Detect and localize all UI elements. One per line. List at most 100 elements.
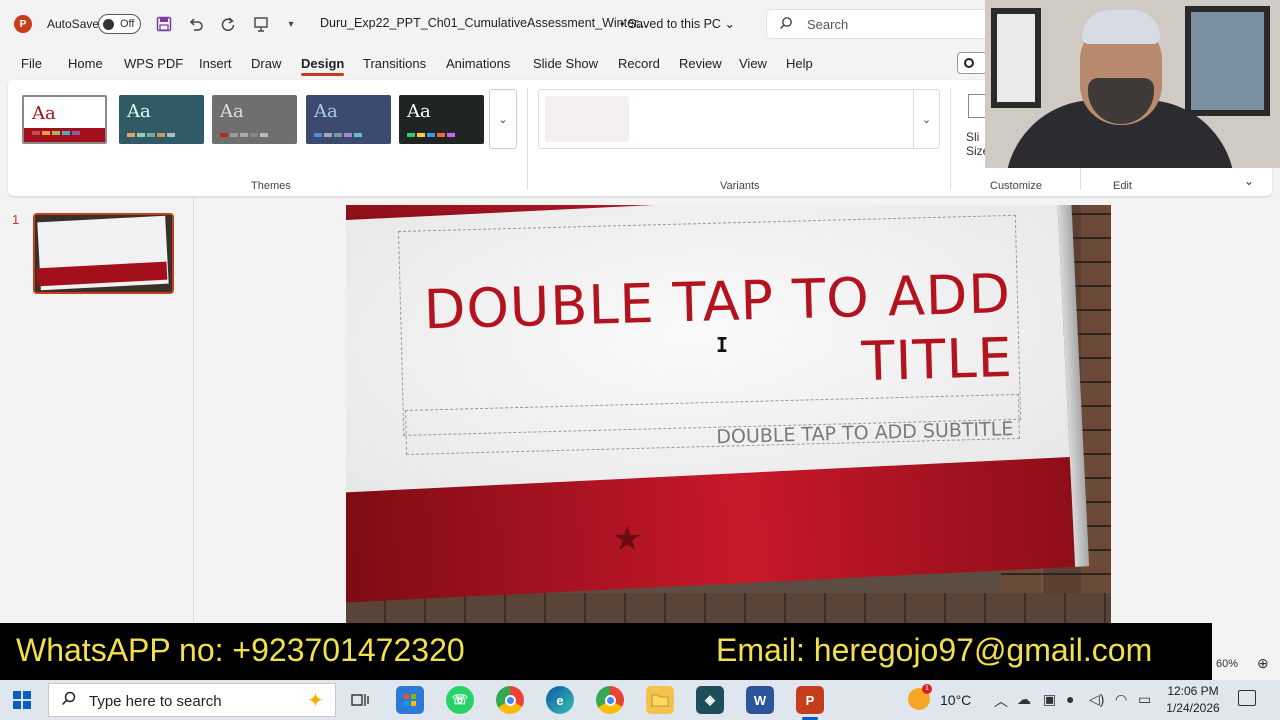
variant-thumbnail[interactable]: [545, 96, 629, 142]
notification-icon[interactable]: [1238, 690, 1256, 706]
webcam-overlay: [985, 0, 1280, 168]
volume-icon[interactable]: ◁): [1089, 691, 1104, 708]
theme-aa: Aa: [220, 101, 244, 122]
microphone-icon[interactable]: ●: [1066, 691, 1074, 707]
tab-insert[interactable]: Insert: [199, 56, 232, 71]
customize-group-label: Customize: [990, 180, 1042, 192]
save-status[interactable]: • Saved to this PC ⌄: [620, 16, 735, 31]
file-explorer-icon[interactable]: [646, 686, 674, 714]
clock-date: 1/24/2026: [1166, 701, 1220, 715]
tab-view[interactable]: View: [739, 56, 767, 71]
whatsapp-icon[interactable]: ☏: [446, 686, 474, 714]
theme-aa: Aa: [127, 101, 151, 122]
pane-divider: [193, 198, 194, 623]
search-input[interactable]: Search: [766, 9, 996, 39]
theme-thumbnail-3[interactable]: Aa: [212, 95, 297, 144]
theme-aa: Aa: [407, 101, 431, 122]
record-icon: [964, 58, 974, 68]
chrome-profile-icon[interactable]: [596, 686, 624, 714]
variants-more-button[interactable]: ⌄: [913, 90, 939, 148]
variants-gallery: ⌄: [538, 89, 940, 149]
themes-more-button[interactable]: ⌄: [489, 89, 517, 149]
clock-time: 12:06 PM: [1167, 684, 1219, 698]
theme-aa: Aa: [314, 101, 338, 122]
device-icon[interactable]: ▣: [1043, 691, 1056, 708]
text-cursor-icon: I: [716, 333, 729, 357]
search-icon: [61, 691, 76, 710]
tab-home[interactable]: Home: [68, 56, 103, 71]
system-clock[interactable]: 12:06 PM 1/24/2026: [1162, 683, 1224, 717]
theme-swatches: [32, 131, 80, 135]
search-icon: [779, 16, 793, 33]
undo-icon[interactable]: [185, 13, 207, 35]
taskbar-search-input[interactable]: Type here to search ✦: [48, 683, 336, 717]
save-icon[interactable]: [153, 13, 175, 35]
theme-thumbnail-1[interactable]: Aa: [22, 95, 107, 144]
tab-help[interactable]: Help: [786, 56, 813, 71]
theme-thumbnail-2[interactable]: Aa: [119, 95, 204, 144]
tab-transitions[interactable]: Transitions: [363, 56, 426, 71]
theme-swatches: [127, 133, 175, 137]
themes-group-label: Themes: [251, 180, 291, 192]
taskbar-search-placeholder: Type here to search: [89, 693, 222, 710]
zoom-level[interactable]: 60%: [1216, 658, 1238, 670]
star-icon: ★: [612, 520, 643, 558]
variants-group-label: Variants: [720, 180, 760, 192]
powerpoint-icon[interactable]: P: [796, 686, 824, 720]
edge-icon[interactable]: e: [546, 686, 574, 714]
windows-taskbar: Type here to search ✦ ☏ e ◈ W P 1 10°C ︿…: [0, 680, 1280, 720]
theme-aa: Aa: [32, 103, 56, 124]
present-icon[interactable]: [250, 13, 272, 35]
toggle-knob: [103, 19, 114, 30]
group-divider: [950, 88, 951, 190]
whatsapp-number: WhatsAPP no: +923701472320: [16, 632, 465, 668]
autosave-toggle[interactable]: Off: [98, 14, 141, 34]
group-divider: [527, 88, 528, 190]
store-icon[interactable]: [396, 686, 424, 714]
word-icon[interactable]: W: [746, 686, 774, 714]
vs-code-icon[interactable]: ◈: [696, 686, 724, 714]
chevron-down-icon: ⌄: [724, 17, 735, 31]
theme-thumbnail-4[interactable]: Aa: [306, 95, 391, 144]
tab-design[interactable]: Design: [301, 56, 345, 76]
tab-slide-show[interactable]: Slide Show: [533, 56, 598, 71]
tab-animations[interactable]: Animations: [446, 56, 510, 71]
task-view-icon[interactable]: [346, 686, 374, 714]
tab-review[interactable]: Review: [679, 56, 722, 71]
battery-icon[interactable]: ▭: [1138, 691, 1151, 708]
email-address: Email: heregojo97@gmail.com: [716, 632, 1153, 668]
tab-draw[interactable]: Draw: [251, 56, 281, 71]
slide-size-icon[interactable]: [968, 94, 986, 118]
powerpoint-logo-icon: P: [14, 15, 32, 33]
contact-banner: WhatsAPP no: +923701472320 Email: herego…: [0, 623, 1212, 680]
tray-chevron-up-icon[interactable]: ︿: [994, 691, 1008, 711]
redo-icon[interactable]: [217, 13, 239, 35]
customize-toolbar-chevron-icon[interactable]: ▾: [280, 13, 302, 35]
temperature[interactable]: 10°C: [940, 692, 971, 708]
windows-start-icon[interactable]: [13, 691, 31, 709]
weather-badge: 1: [922, 684, 932, 694]
tab-file[interactable]: File: [21, 56, 42, 71]
collapse-ribbon-chevron-icon[interactable]: ⌄: [1244, 174, 1254, 188]
theme-swatches: [314, 133, 362, 137]
tab-wps-pdf[interactable]: WPS PDF: [124, 56, 183, 71]
chrome-icon[interactable]: [496, 686, 524, 714]
wall-frame: [991, 8, 1041, 108]
edit-group-label: Edit: [1113, 180, 1132, 192]
slide-thumbnail-1[interactable]: [33, 213, 174, 294]
theme-swatches: [407, 133, 455, 137]
chevron-down-icon: ⌄: [498, 113, 508, 126]
record-button[interactable]: [957, 52, 987, 74]
sparkle-icon: ✦: [307, 690, 324, 712]
tab-record[interactable]: Record: [618, 56, 660, 71]
chevron-down-icon: ⌄: [921, 113, 932, 126]
fit-slide-icon[interactable]: ⊕: [1257, 655, 1269, 672]
autosave-state: Off: [120, 18, 135, 30]
onedrive-cloud-icon[interactable]: ☁: [1017, 691, 1031, 708]
title-line-2: TITLE: [860, 325, 1014, 394]
presenter-cap: [1082, 10, 1160, 44]
wifi-icon[interactable]: ◠: [1115, 691, 1127, 708]
theme-thumbnail-5[interactable]: Aa: [399, 95, 484, 144]
slide-number: 1: [12, 212, 20, 227]
document-title[interactable]: Duru_Exp22_PPT_Ch01_CumulativeAssessment…: [320, 16, 648, 30]
